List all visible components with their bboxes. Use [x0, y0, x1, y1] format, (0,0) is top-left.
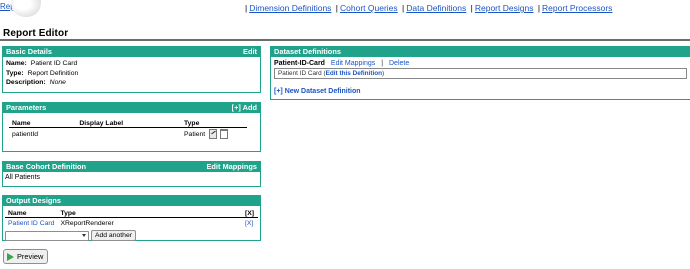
- output-designs-table: Name Type [X] Patient ID Card XReportRen…: [5, 209, 258, 229]
- logo-image: [11, 0, 41, 17]
- column-header-remove: [X]: [242, 209, 258, 218]
- nav-link-report-designs[interactable]: Report Designs: [475, 3, 534, 13]
- type-row: Type: Report Definition: [6, 69, 79, 77]
- name-row: Name: Patient ID Card: [6, 60, 78, 67]
- parameter-name: patientId: [12, 130, 39, 138]
- edit-mappings-link[interactable]: Edit Mappings: [206, 162, 257, 172]
- play-icon: [7, 253, 14, 262]
- nav-link-report-processors[interactable]: Report Processors: [542, 3, 612, 13]
- description-row: Description: None: [6, 79, 66, 86]
- base-cohort-header: Base Cohort Definition: [6, 162, 87, 171]
- basic-details-panel: Basic Details Edit Name: Patient ID Card …: [2, 46, 261, 93]
- edit-definition-link[interactable]: Edit this Definition: [326, 70, 382, 77]
- trash-icon[interactable]: [220, 129, 229, 139]
- dataset-name: Patient-ID-Card: [274, 60, 325, 67]
- column-header-type: Type: [57, 209, 242, 218]
- parameter-type: Patient: [184, 130, 206, 138]
- column-header-type: Type: [181, 119, 247, 128]
- column-header-name: Name: [9, 119, 77, 128]
- nav-link-cohort-queries[interactable]: Cohort Queries: [340, 3, 398, 13]
- parameter-display-label: [76, 128, 181, 141]
- output-design-link[interactable]: Patient ID Card: [8, 220, 54, 227]
- dataset-definitions-header: Dataset Definitions: [274, 47, 341, 56]
- new-dataset-definition-link[interactable]: [+] New Dataset Definition: [274, 88, 361, 95]
- remove-output-design-link[interactable]: [X]: [245, 220, 253, 227]
- top-navigation: Repo | Dimension Definitions | Cohort Quer…: [0, 0, 690, 17]
- nav-link-dimension-definitions[interactable]: Dimension Definitions: [249, 3, 331, 13]
- column-header-display-label: Display Label: [76, 119, 181, 128]
- basic-details-edit-link[interactable]: Edit: [243, 47, 257, 57]
- page-title: Report Editor: [3, 28, 69, 39]
- parameters-panel: Parameters [+] Add Name Display Label Ty…: [2, 102, 261, 152]
- add-parameter-link[interactable]: [+] Add: [232, 103, 257, 113]
- dataset-definitions-panel: Dataset Definitions Patient-ID-Card Edit…: [270, 46, 690, 100]
- base-cohort-value: All Patients: [5, 174, 41, 181]
- preview-button[interactable]: Preview: [3, 249, 49, 264]
- add-another-button[interactable]: Add another: [90, 230, 136, 241]
- output-designs-header: Output Designs: [6, 196, 62, 205]
- parameters-header: Parameters: [6, 103, 47, 112]
- table-row: patientId Patient: [9, 128, 247, 141]
- dataset-edit-mappings-link[interactable]: Edit Mappings: [331, 60, 375, 67]
- edit-icon[interactable]: [209, 129, 218, 139]
- parameters-table: Name Display Label Type patientId Patien…: [9, 119, 247, 140]
- chevron-down-icon: [82, 233, 86, 237]
- output-design-type: XReportRenderer: [60, 220, 114, 227]
- basic-details-header: Basic Details: [6, 47, 53, 56]
- nav-links: | Dimension Definitions | Cohort Queries |…: [245, 3, 613, 13]
- title-divider: [0, 39, 690, 41]
- dataset-delete-link[interactable]: Delete: [389, 60, 409, 67]
- base-cohort-panel: Base Cohort Definition Edit Mappings All…: [2, 161, 261, 187]
- output-designs-panel: Output Designs Name Type [X] Patient ID …: [2, 195, 261, 241]
- dataset-detail: Patient ID Card (Edit this Definition): [274, 68, 687, 79]
- column-header-name: Name: [5, 209, 58, 218]
- nav-link-data-definitions[interactable]: Data Definitions: [406, 3, 466, 13]
- table-row: Patient ID Card XReportRenderer [X]: [5, 218, 258, 230]
- renderer-type-select[interactable]: [5, 230, 89, 241]
